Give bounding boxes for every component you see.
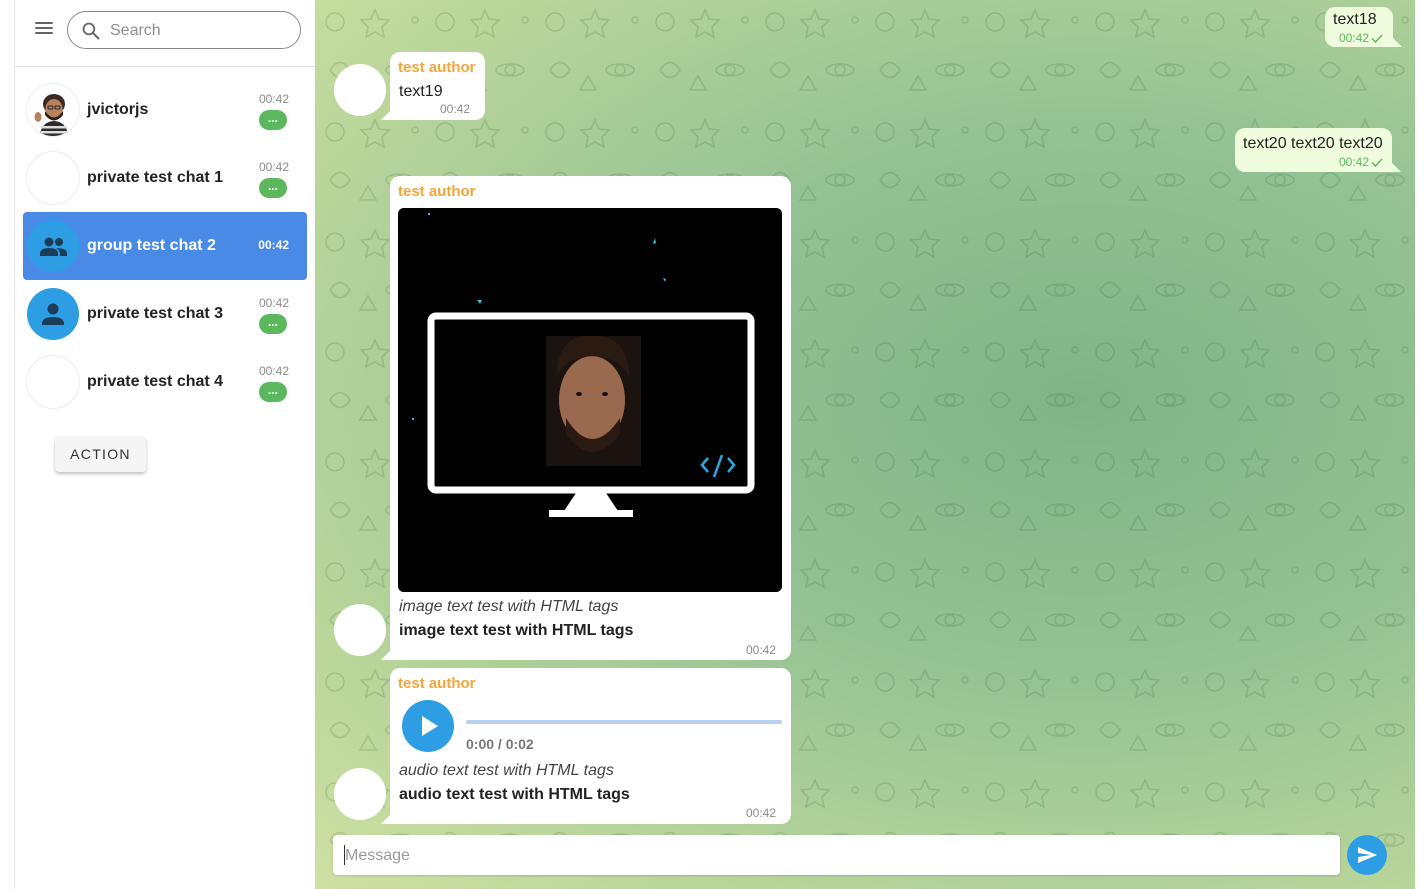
search-icon [82, 22, 100, 40]
audio-progress-track[interactable] [466, 720, 782, 724]
author-name: test author [398, 675, 476, 692]
chat-time: 00:42 [258, 364, 289, 378]
chat-time: 00:42 [258, 92, 289, 106]
chat-area: text18 00:42 test author text19 00:42 te… [315, 0, 1415, 889]
message-input[interactable] [343, 843, 1327, 869]
author-name: test author [398, 183, 476, 200]
sidebar: jvictorjs 00:42 ... private test chat 1 … [14, 0, 316, 889]
chat-item-private-test-chat-3[interactable]: private test chat 3 00:42 ... [23, 280, 307, 348]
chat-name: private test chat 3 [87, 305, 224, 322]
message-text: text18 [1333, 11, 1377, 28]
audio-caption-italic: audio text test with HTML tags [399, 762, 614, 779]
unread-badge: ... [259, 110, 287, 130]
message-time: 00:42 [1339, 155, 1383, 169]
image-caption-italic: image text test with HTML tags [399, 598, 619, 615]
message-incoming-text19[interactable]: test author text19 00:42 [381, 52, 485, 120]
chat-name: group test chat 2 [87, 237, 216, 254]
author-avatar [334, 768, 386, 820]
author-avatar [334, 64, 386, 116]
author-avatar [334, 604, 386, 656]
search-input[interactable] [108, 18, 292, 44]
play-icon [422, 716, 438, 736]
send-button[interactable] [1347, 835, 1387, 875]
message-outgoing-text20[interactable]: text20 text20 text20 00:42 [1235, 128, 1401, 172]
message-incoming-image[interactable]: test author image text test with HTML ta… [381, 176, 791, 660]
sidebar-header [15, 0, 315, 67]
message-text: text19 [399, 83, 443, 100]
audio-time: 0:00 / 0:02 [466, 736, 534, 752]
menu-icon[interactable] [33, 19, 55, 39]
message-image[interactable] [398, 208, 782, 592]
check-icon [1371, 158, 1383, 167]
avatar [27, 84, 79, 136]
image-caption-bold: image text test with HTML tags [399, 622, 634, 639]
message-outgoing-text18[interactable]: text18 00:42 [1325, 7, 1402, 47]
chat-name: private test chat 1 [87, 169, 224, 186]
check-icon [1371, 34, 1383, 43]
avatar [27, 220, 79, 272]
chat-name: private test chat 4 [87, 373, 224, 390]
message-incoming-audio[interactable]: test author 0:00 / 0:02 audio text test … [381, 668, 791, 824]
chat-time: 00:42 [258, 160, 289, 174]
message-time: 00:42 [440, 102, 471, 116]
chat-item-jvictorjs[interactable]: jvictorjs 00:42 ... [23, 76, 307, 144]
unread-badge: ... [259, 314, 287, 334]
user-avatar-photo [27, 84, 79, 136]
chat-time: 00:42 [258, 296, 289, 310]
avatar [27, 356, 79, 408]
avatar [27, 288, 79, 340]
audio-caption-bold: audio text test with HTML tags [399, 786, 630, 803]
text-caret [344, 845, 345, 865]
person-icon [42, 303, 64, 325]
message-time: 00:42 [1339, 31, 1383, 45]
chat-list: jvictorjs 00:42 ... private test chat 1 … [23, 76, 307, 416]
window-edge [1415, 0, 1427, 889]
group-icon [40, 237, 67, 256]
chat-name: jvictorjs [87, 101, 149, 118]
author-name: test author [398, 59, 476, 76]
action-button[interactable]: ACTION [55, 436, 146, 472]
monitor-illustration [398, 208, 782, 592]
chat-item-private-test-chat-4[interactable]: private test chat 4 00:42 ... [23, 348, 307, 416]
send-icon [1358, 847, 1377, 863]
play-button[interactable] [402, 700, 454, 752]
message-text: text20 text20 text20 [1243, 135, 1383, 152]
unread-badge: ... [259, 178, 287, 198]
search-box[interactable] [67, 11, 301, 49]
message-time: 00:42 [746, 643, 777, 657]
chat-item-private-test-chat-1[interactable]: private test chat 1 00:42 ... [23, 144, 307, 212]
unread-badge: ... [259, 382, 287, 402]
chat-item-group-test-chat-2[interactable]: group test chat 2 00:42 [23, 212, 307, 280]
avatar [27, 152, 79, 204]
message-composer[interactable] [333, 835, 1340, 875]
message-time: 00:42 [746, 806, 777, 820]
chat-time: 00:42 [258, 238, 289, 252]
